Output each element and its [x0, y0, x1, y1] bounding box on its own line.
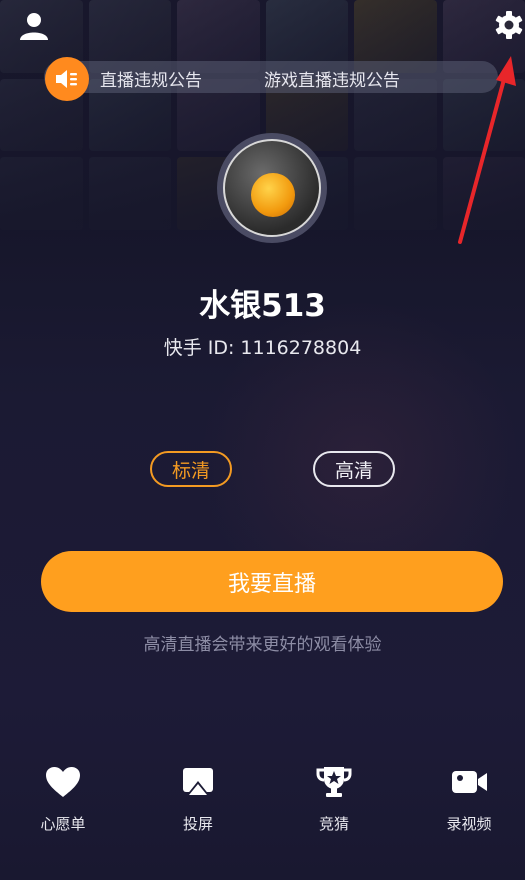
gear-icon	[495, 11, 523, 39]
user-profile-button[interactable]	[18, 10, 50, 42]
trophy-icon	[316, 767, 352, 797]
user-id: 快手 ID: 1116278804	[163, 337, 362, 359]
hd-hint-text: 高清直播会带来更好的观看体验	[143, 635, 382, 655]
avatar	[223, 139, 321, 237]
announcement-badge	[45, 57, 89, 101]
quality-standard-button[interactable]: 标清	[150, 451, 232, 487]
nav-record-video-label: 录视频	[446, 815, 492, 833]
announcement-item[interactable]: 直播违规公告	[100, 66, 202, 91]
user-icon	[20, 13, 48, 40]
annotation-arrow	[458, 56, 516, 244]
nav-wishlist[interactable]: 心愿单	[13, 765, 113, 834]
start-live-button[interactable]: 我要直播	[41, 551, 503, 612]
nav-wishlist-label: 心愿单	[40, 815, 86, 833]
video-camera-icon	[452, 771, 487, 793]
cast-icon	[183, 768, 213, 796]
announcement-marquee[interactable]: 直播违规公告 游戏直播违规公告	[44, 61, 498, 93]
username: 水银513	[199, 288, 326, 324]
orange-avatar-image	[251, 173, 295, 217]
nav-quiz-label: 竞猜	[318, 815, 349, 833]
announcement-item[interactable]: 游戏直播违规公告	[264, 66, 400, 91]
nav-cast-label: 投屏	[182, 815, 213, 833]
heart-icon	[46, 767, 80, 797]
nav-cast[interactable]: 投屏	[148, 765, 248, 834]
speaker-icon	[56, 70, 77, 88]
avatar-frame[interactable]	[217, 133, 327, 243]
quality-hd-button[interactable]: 高清	[313, 451, 395, 487]
nav-record-video[interactable]: 录视频	[419, 765, 519, 834]
settings-button[interactable]	[494, 10, 524, 42]
nav-quiz[interactable]: 竞猜	[284, 765, 384, 834]
